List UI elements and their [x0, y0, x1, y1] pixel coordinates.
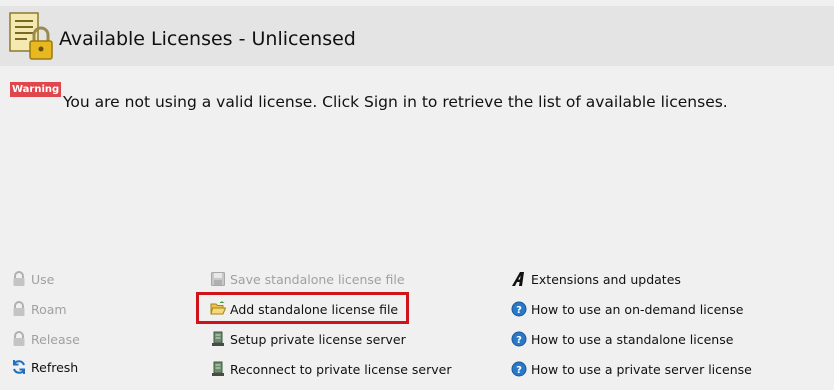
svg-text:?: ? [516, 365, 522, 376]
refresh-icon [13, 360, 25, 374]
extensions-and-updates-link[interactable]: Extensions and updates [511, 268, 681, 290]
extensions-and-updates-label: Extensions and updates [531, 271, 681, 287]
setup-private-license-server-button[interactable]: Setup private license server [210, 328, 406, 350]
roam-button[interactable]: Roam [11, 298, 67, 320]
license-lock-icon [9, 12, 53, 60]
on-demand-license-help-label: How to use an on-demand license [531, 301, 744, 317]
lock-icon [13, 301, 25, 316]
brand-a-icon [512, 272, 524, 286]
help-icon: ? [511, 361, 527, 377]
help-icon: ? [511, 301, 527, 317]
use-button[interactable]: Use [11, 268, 54, 290]
save-icon [211, 272, 225, 286]
lock-icon [13, 331, 25, 346]
warning-badge: Warning [10, 82, 62, 97]
svg-text:?: ? [516, 305, 522, 316]
use-label: Use [31, 271, 55, 287]
release-label: Release [31, 331, 80, 347]
on-demand-license-help-link[interactable]: ? How to use an on-demand license [511, 298, 743, 320]
help-icon: ? [511, 331, 527, 347]
save-standalone-license-label: Save standalone license file [230, 271, 405, 287]
setup-private-license-server-label: Setup private license server [230, 331, 406, 347]
warning-message: You are not using a valid license. Click… [63, 93, 728, 111]
title-bar: Available Licenses - Unlicensed [0, 6, 834, 66]
standalone-license-help-link[interactable]: ? How to use a standalone license [511, 328, 733, 350]
refresh-button[interactable]: Refresh [11, 356, 78, 378]
private-server-license-help-link[interactable]: ? How to use a private server license [511, 358, 752, 380]
reconnect-private-license-server-label: Reconnect to private license server [230, 361, 452, 377]
lock-icon [13, 271, 25, 286]
svg-text:?: ? [516, 335, 522, 346]
private-server-license-help-label: How to use a private server license [531, 361, 752, 377]
refresh-label: Refresh [31, 359, 79, 375]
highlight-box [196, 292, 409, 324]
roam-label: Roam [31, 301, 67, 317]
server-icon [212, 331, 224, 346]
reconnect-private-license-server-button[interactable]: Reconnect to private license server [210, 358, 451, 380]
standalone-license-help-label: How to use a standalone license [531, 331, 734, 347]
server-icon [212, 361, 224, 376]
page-title: Available Licenses - Unlicensed [59, 28, 356, 50]
save-standalone-license-button[interactable]: Save standalone license file [210, 268, 405, 290]
release-button[interactable]: Release [11, 328, 80, 350]
